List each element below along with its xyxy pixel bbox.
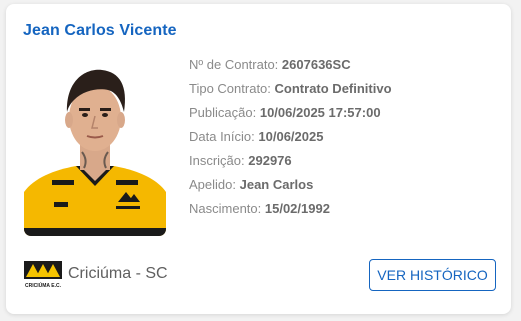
publication-label: Publicação:: [189, 105, 257, 120]
birth-date-label: Nascimento:: [189, 201, 262, 216]
contract-type-row: Tipo Contrato: Contrato Definitivo: [189, 77, 392, 101]
nickname-value: Jean Carlos: [239, 177, 314, 192]
nickname-row: Apelido: Jean Carlos: [189, 173, 392, 197]
registration-row: Inscrição: 292976: [189, 149, 392, 173]
club-name: Criciúma - SC: [68, 265, 168, 282]
player-photo: [24, 60, 166, 236]
contract-type-value: Contrato Definitivo: [274, 81, 392, 96]
nickname-label: Apelido:: [189, 177, 236, 192]
contract-number-label: Nº de Contrato:: [189, 57, 279, 72]
birth-date-value: 15/02/1992: [264, 201, 330, 216]
registration-value: 292976: [248, 153, 292, 168]
criciuma-crest-icon: CRICIÚMA E.C.: [24, 261, 62, 289]
club-logo-text: CRICIÚMA E.C.: [25, 282, 62, 289]
birth-date-row: Nascimento: 15/02/1992: [189, 197, 392, 221]
contract-number-value: 2607636SC: [281, 57, 351, 72]
view-history-button[interactable]: VER HISTÓRICO: [369, 259, 496, 291]
club-info: CRICIÚMA E.C. Criciúma - SC: [23, 258, 168, 290]
player-name: Jean Carlos Vicente: [23, 22, 177, 39]
publication-value: 10/06/2025 17:57:00: [259, 105, 381, 120]
athlete-card: Jean Carlos Vicente Nº de Contrato: 2607…: [6, 4, 511, 314]
contract-number-row: Nº de Contrato: 2607636SC: [189, 53, 392, 77]
start-date-label: Data Início:: [189, 129, 255, 144]
contract-type-label: Tipo Contrato:: [189, 81, 271, 96]
player-photo-image: [24, 60, 166, 236]
contract-details: Nº de Contrato: 2607636SC Tipo Contrato:…: [189, 53, 392, 221]
start-date-value: 10/06/2025: [258, 129, 324, 144]
publication-row: Publicação: 10/06/2025 17:57:00: [189, 101, 392, 125]
start-date-row: Data Início: 10/06/2025: [189, 125, 392, 149]
registration-label: Inscrição:: [189, 153, 245, 168]
